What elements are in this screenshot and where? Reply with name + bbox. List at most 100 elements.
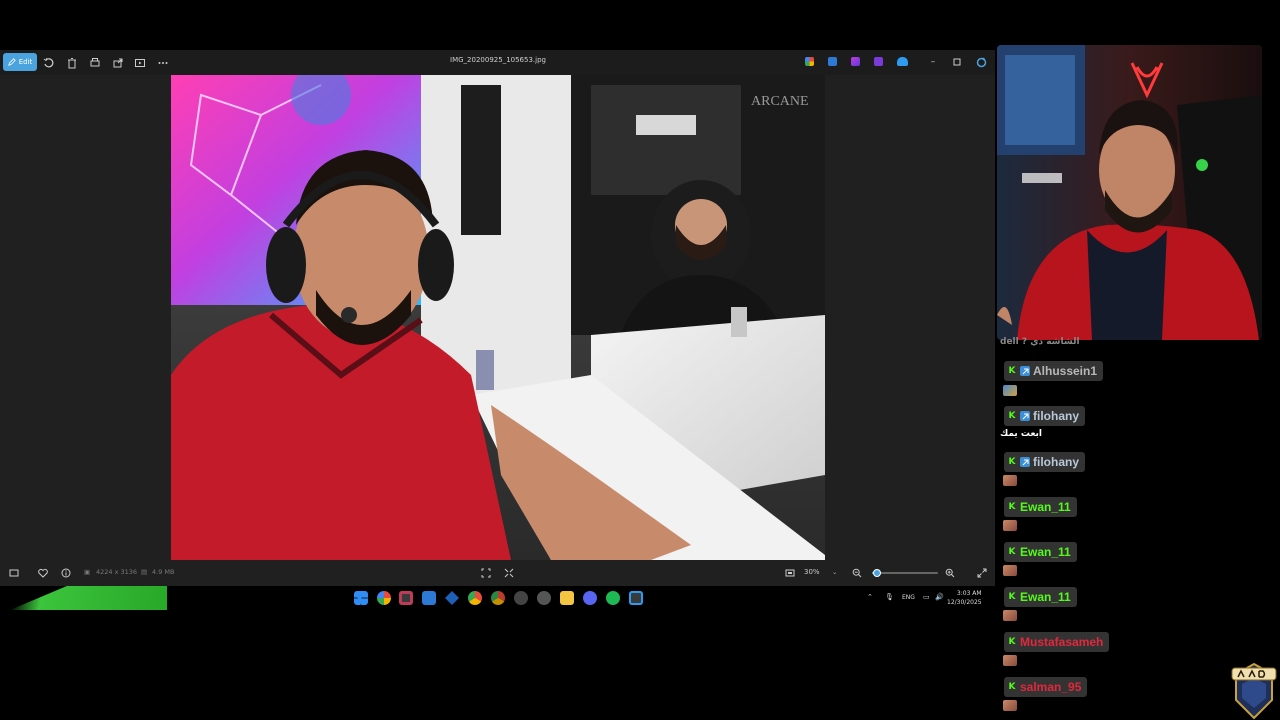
language-indicator[interactable]: ENG bbox=[902, 594, 915, 601]
emote-icon bbox=[1003, 475, 1017, 486]
discord-taskbar-icon[interactable] bbox=[583, 591, 597, 605]
mail-taskbar-icon[interactable] bbox=[422, 591, 436, 605]
image-dimensions: 4224 x 3136 bbox=[96, 568, 138, 576]
kick-badge-icon: K bbox=[1008, 682, 1016, 692]
file-size-icon: ▤ bbox=[141, 568, 148, 576]
slideshow-button[interactable] bbox=[131, 54, 149, 71]
chat-username[interactable]: salman_95 bbox=[1020, 680, 1081, 694]
chat-username[interactable]: Mustafasameh bbox=[1020, 635, 1103, 649]
file-explorer-taskbar-icon[interactable] bbox=[560, 591, 574, 605]
view-mode-button[interactable] bbox=[784, 567, 796, 579]
taskbar-decoration bbox=[10, 586, 167, 610]
edit-button[interactable]: Edit bbox=[3, 53, 37, 71]
chrome-profile-taskbar-icon[interactable] bbox=[491, 591, 505, 605]
windows-start-icon[interactable] bbox=[354, 591, 368, 605]
subscriber-badge-icon bbox=[1020, 411, 1030, 421]
tray-chevron-icon[interactable]: ⌃ bbox=[867, 593, 873, 601]
designer-icon[interactable] bbox=[828, 57, 837, 66]
chat-message-row: K Ewan_11 bbox=[1004, 587, 1077, 607]
actual-size-button[interactable] bbox=[503, 567, 515, 579]
chat-partial-message: dell ? الشاشه دي bbox=[1000, 337, 1080, 347]
emote-icon bbox=[1003, 385, 1017, 396]
zoom-slider[interactable] bbox=[872, 569, 938, 577]
clock-time: 3:03 AM bbox=[956, 590, 982, 597]
chat-username[interactable]: Alhussein1 bbox=[1033, 364, 1097, 378]
image-view-icon bbox=[785, 569, 795, 577]
chat-username[interactable]: Ewan_11 bbox=[1020, 545, 1071, 559]
app-taskbar-icon[interactable] bbox=[514, 591, 528, 605]
delete-button[interactable] bbox=[63, 54, 81, 71]
fit-icon bbox=[481, 568, 491, 578]
volume-icon[interactable]: 🔊 bbox=[935, 593, 944, 601]
chat-message-row: K filohany bbox=[1004, 406, 1086, 426]
emote-icon bbox=[1003, 700, 1017, 711]
share-button[interactable] bbox=[109, 54, 127, 71]
streamer-webcam bbox=[997, 45, 1262, 340]
chat-username[interactable]: filohany bbox=[1033, 409, 1079, 423]
system-clock[interactable]: 3:03 AM 12/30/2025 bbox=[947, 589, 982, 607]
chrome-taskbar-icon[interactable] bbox=[468, 591, 482, 605]
photos-active-taskbar-icon[interactable] bbox=[629, 591, 643, 605]
emote-icon bbox=[1003, 610, 1017, 621]
filmstrip-button[interactable] bbox=[8, 567, 20, 579]
more-options-button[interactable] bbox=[154, 54, 172, 71]
chat-message-row: K Alhussein1 bbox=[1004, 361, 1104, 381]
chat-message-row: K Ewan_11 bbox=[1004, 542, 1077, 562]
zoom-out-button[interactable] bbox=[851, 567, 863, 579]
zoom-in-icon bbox=[945, 568, 955, 578]
vpn-taskbar-icon[interactable] bbox=[445, 591, 459, 605]
video-editor-icon[interactable] bbox=[874, 57, 883, 66]
chat-username[interactable]: filohany bbox=[1033, 455, 1079, 469]
selfie-photo: ARCANE bbox=[171, 75, 825, 560]
photos-taskbar-icon[interactable] bbox=[399, 591, 413, 605]
svg-text:ARCANE: ARCANE bbox=[751, 94, 809, 109]
clipchamp-icon[interactable] bbox=[851, 57, 860, 66]
expand-icon bbox=[977, 568, 987, 578]
favorite-button[interactable] bbox=[37, 567, 49, 579]
restore-icon bbox=[953, 58, 961, 66]
chat-message-row: K salman_95 bbox=[1004, 677, 1088, 697]
chat-message-text: ابعت يمك bbox=[1000, 429, 1042, 439]
kick-badge-icon: K bbox=[1008, 502, 1016, 512]
maximize-button[interactable] bbox=[950, 55, 964, 69]
windows-taskbar: ⌃ 🎙 ENG ▭ 🔊 3:03 AM 12/30/2025 bbox=[167, 586, 995, 610]
circle-close-icon bbox=[976, 57, 986, 67]
edit-label: Edit bbox=[18, 58, 33, 66]
copilot-icon[interactable] bbox=[805, 57, 814, 66]
copilot-taskbar-icon[interactable] bbox=[377, 591, 391, 605]
fit-to-window-button[interactable] bbox=[480, 567, 492, 579]
chat-username[interactable]: Ewan_11 bbox=[1020, 590, 1071, 604]
close-button[interactable] bbox=[974, 55, 988, 69]
zoom-dropdown-chevron-icon[interactable]: ⌄ bbox=[832, 568, 837, 576]
trash-icon bbox=[68, 57, 76, 68]
microphone-icon[interactable]: 🎙 bbox=[885, 593, 894, 601]
file-info-button[interactable] bbox=[60, 567, 72, 579]
subscriber-badge-icon bbox=[1020, 366, 1030, 376]
photos-toolbar: Edit IMG_20200925_105653.jpg – bbox=[0, 50, 995, 75]
zoom-level[interactable]: 30% bbox=[804, 568, 820, 576]
chat-username[interactable]: Ewan_11 bbox=[1020, 500, 1071, 514]
zoom-in-button[interactable] bbox=[944, 567, 956, 579]
photo-viewer-image[interactable]: ARCANE bbox=[171, 75, 825, 560]
print-button[interactable] bbox=[86, 54, 104, 71]
kick-badge-icon: K bbox=[1008, 366, 1016, 376]
spotify-taskbar-icon[interactable] bbox=[606, 591, 620, 605]
file-name-title: IMG_20200925_105653.jpg bbox=[450, 56, 546, 64]
zoom-out-icon bbox=[852, 568, 862, 578]
raad-channel-logo bbox=[1231, 662, 1277, 720]
network-icon[interactable]: ▭ bbox=[923, 593, 930, 601]
rotate-button[interactable] bbox=[40, 54, 58, 71]
info-icon bbox=[61, 568, 71, 578]
emote-icon bbox=[1003, 520, 1017, 531]
heart-icon bbox=[38, 568, 48, 578]
fullscreen-button[interactable] bbox=[976, 567, 988, 579]
zoom-slider-thumb[interactable] bbox=[873, 569, 882, 577]
filmstrip-icon bbox=[9, 569, 19, 577]
clock-date: 12/30/2025 bbox=[947, 599, 982, 606]
minimize-button[interactable]: – bbox=[926, 55, 940, 69]
obs-taskbar-icon[interactable] bbox=[537, 591, 551, 605]
printer-icon bbox=[90, 57, 100, 66]
kick-badge-icon: K bbox=[1008, 592, 1016, 602]
onedrive-icon[interactable] bbox=[897, 57, 908, 66]
kick-badge-icon: K bbox=[1008, 411, 1016, 421]
